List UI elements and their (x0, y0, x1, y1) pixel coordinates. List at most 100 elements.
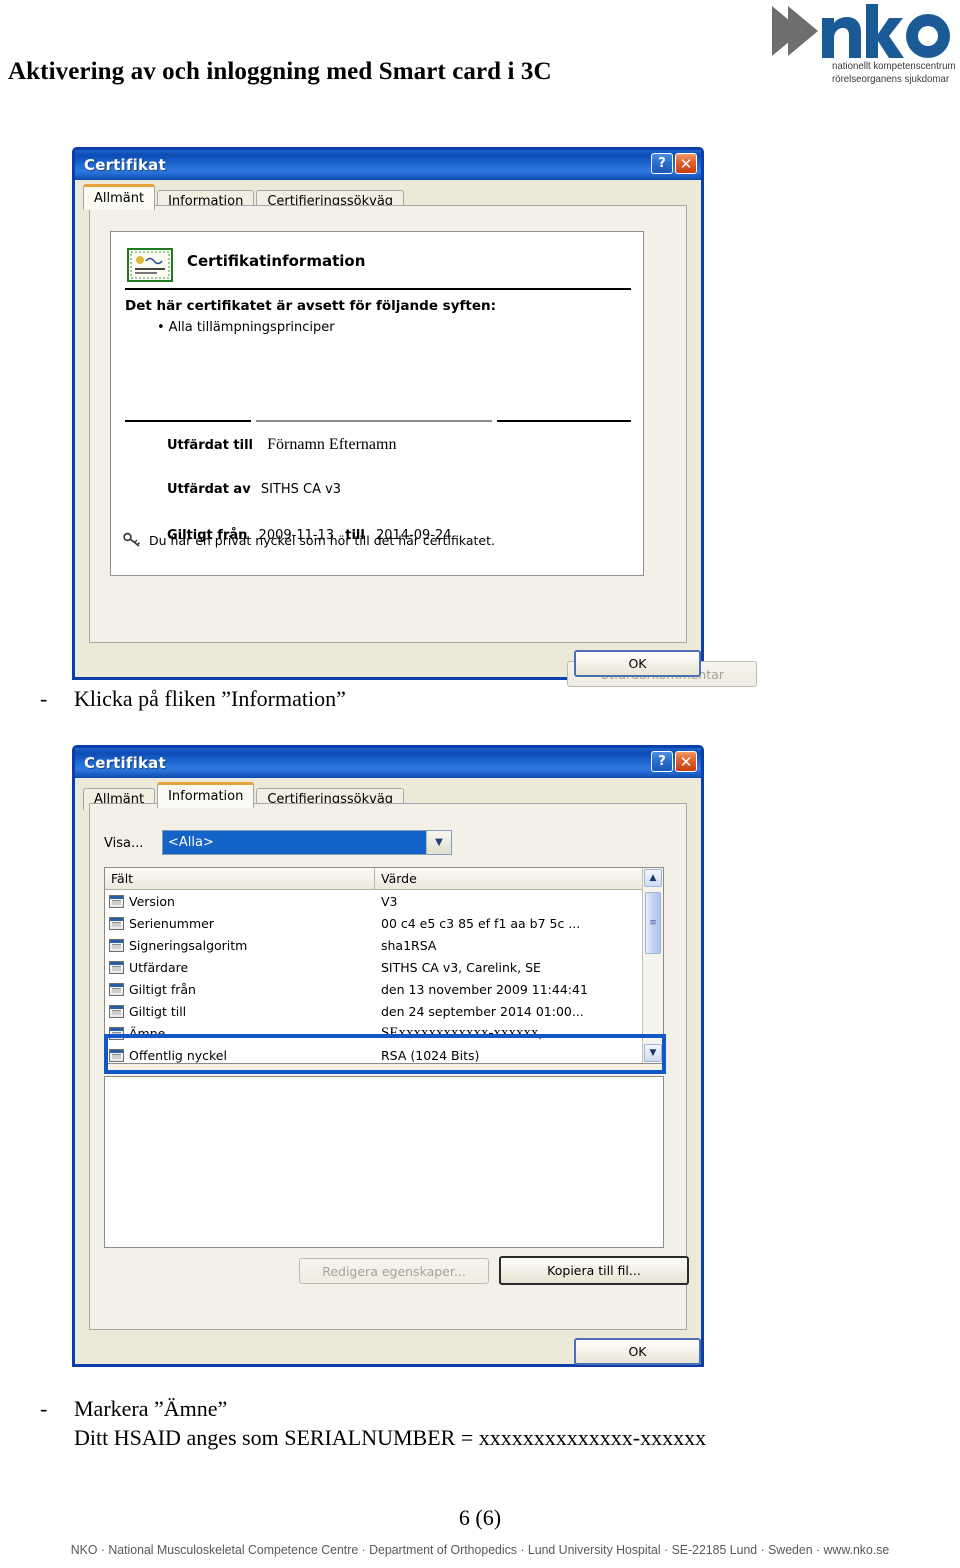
row-field-cell: Version (105, 894, 375, 909)
issued-to-label: Utfärdat till (167, 438, 254, 453)
row-value: V3 (381, 893, 398, 909)
step-3-text: Ditt HSAID anges som SERIALNUMBER = xxxx… (74, 1425, 707, 1450)
row-field-cell: Giltigt från (105, 982, 375, 997)
row-value: den 13 november 2009 11:44:41 (381, 981, 588, 997)
row-field-cell: Signeringsalgoritm (105, 938, 375, 953)
certificate-dialog-details[interactable]: Certifikat ? ✕ Allmänt Information Certi… (72, 745, 704, 1367)
titlebar-buttons-details: ? ✕ (651, 751, 697, 772)
divider-top (125, 288, 631, 290)
certificate-info-heading: Certifikatinformation (187, 252, 366, 270)
page-title: Aktivering av och inloggning med Smart c… (8, 58, 552, 85)
field-icon (109, 1004, 124, 1018)
help-icon[interactable]: ? (651, 153, 673, 174)
key-icon (123, 532, 140, 547)
tab-information-details[interactable]: Information (157, 782, 255, 808)
issued-to-value: Förnamn Efternamn (267, 436, 397, 453)
table-row[interactable]: Signeringsalgoritm sha1RSA (105, 934, 663, 956)
table-row-selected[interactable]: Ämne SExxxxxxxxxxxx-xxxxxx, .. (105, 1022, 663, 1044)
purpose-item: Alla tillämpningsprinciper (157, 320, 335, 335)
titlebar-buttons-general: ? ✕ (651, 153, 697, 174)
row-field-cell: Utfärdare (105, 960, 375, 975)
issued-to-row: Utfärdat till Förnamn Efternamn (167, 436, 396, 454)
nko-logo: nationellt kompetenscentrum rörelseorgan… (770, 4, 956, 96)
field-icon (109, 1048, 124, 1062)
list-scrollbar[interactable]: ▲ ≡ ▼ (642, 868, 663, 1063)
window-title: Certifikat (84, 156, 166, 174)
divider-right (497, 420, 631, 422)
field-icon (109, 1026, 124, 1040)
field-icon (109, 938, 124, 952)
tab-panel-general: Certifikatinformation Det här certifikat… (89, 205, 757, 687)
field-icon (109, 916, 124, 930)
show-filter-select[interactable]: <Alla> ▼ (162, 830, 452, 855)
row-field-label: Version (129, 893, 175, 909)
table-row[interactable]: Offentlig nyckel RSA (1024 Bits) (105, 1044, 663, 1063)
step-1-text: Klicka på fliken ”Information” (74, 686, 346, 711)
row-value: RSA (1024 Bits) (381, 1047, 480, 1063)
divider-left (125, 420, 251, 422)
step-2-dash: - (40, 1396, 48, 1421)
row-field-cell: Offentlig nyckel (105, 1048, 375, 1063)
chevron-down-icon[interactable]: ▼ (426, 831, 451, 854)
table-row[interactable]: Giltigt från den 13 november 2009 11:44:… (105, 978, 663, 1000)
scroll-up-icon[interactable]: ▲ (644, 869, 662, 887)
edit-properties-button[interactable]: Redigera egenskaper... (299, 1258, 489, 1284)
ok-button-general[interactable]: OK (574, 650, 701, 677)
table-row[interactable]: Utfärdare SITHS CA v3, Carelink, SE (105, 956, 663, 978)
show-filter-value: <Alla> (163, 831, 426, 854)
table-row[interactable]: Serienummer 00 c4 e5 c3 85 ef f1 aa b7 5… (105, 912, 663, 934)
table-row[interactable]: Version V3 (105, 890, 663, 912)
table-row[interactable]: Giltigt till den 24 september 2014 01:00… (105, 1000, 663, 1022)
row-field-cell: Serienummer (105, 916, 375, 931)
close-icon-details[interactable]: ✕ (675, 751, 697, 772)
divider-middle (256, 420, 492, 422)
field-icon (109, 982, 124, 996)
footer-text: NKO · National Musculoskeletal Competenc… (70, 1543, 890, 1557)
logo-tagline-line2: rörelseorganens sjukdomar (832, 73, 950, 85)
private-key-note-row: Du har en privat nyckel som hör till det… (123, 532, 495, 548)
certificate-info-panel: Certifikatinformation Det här certifikat… (110, 231, 644, 576)
row-field-cell: Giltigt till (105, 1004, 375, 1019)
column-header-field: Fält (105, 868, 375, 889)
show-filter-label: Visa... (104, 836, 144, 851)
row-field-label: Signeringsalgoritm (129, 937, 248, 953)
window-title-details: Certifikat (84, 754, 166, 772)
step-2-text: Markera ”Ämne” (74, 1396, 228, 1421)
list-header: Fält Värde (105, 868, 663, 890)
purpose-heading: Det här certifikatet är avsett för följa… (125, 298, 496, 314)
row-field-label: Utfärdare (129, 959, 189, 975)
ok-button-details[interactable]: OK (574, 1338, 701, 1365)
field-icon (109, 894, 124, 908)
tab-allmant[interactable]: Allmänt (83, 184, 156, 210)
certificate-dialog-general[interactable]: Certifikat ? ✕ Allmänt Information Certi… (72, 147, 757, 687)
issued-by-value: SITHS CA v3 (260, 482, 342, 497)
issued-by-label: Utfärdat av (167, 482, 251, 497)
close-icon[interactable]: ✕ (675, 153, 697, 174)
certificate-fields-list[interactable]: Fält Värde Version V3 Serienummer 00 c4 … (104, 867, 664, 1064)
column-header-value: Värde (381, 871, 417, 886)
scrollbar-thumb[interactable]: ≡ (645, 892, 661, 954)
private-key-note: Du har en privat nyckel som hör till det… (149, 532, 495, 548)
page-header: Aktivering av och inloggning med Smart c… (0, 0, 960, 120)
row-field-label: Offentlig nyckel (129, 1047, 227, 1063)
copy-to-file-button[interactable]: Kopiera till fil... (499, 1256, 689, 1285)
row-value: SITHS CA v3, Carelink, SE (381, 959, 541, 975)
row-value: 00 c4 e5 c3 85 ef f1 aa b7 5c ... (381, 915, 581, 931)
issued-by-row: Utfärdat av SITHS CA v3 (167, 482, 341, 497)
row-field-label: Ämne (129, 1025, 166, 1041)
scroll-down-icon[interactable]: ▼ (644, 1044, 662, 1062)
page-number: 6 (6) (458, 1505, 502, 1530)
row-field-label: Giltigt till (129, 1003, 187, 1019)
help-icon-details[interactable]: ? (651, 751, 673, 772)
row-value: sha1RSA (381, 937, 437, 953)
step-1-dash: - (40, 686, 48, 711)
row-value: SExxxxxxxxxxxx-xxxxxx, .. (381, 1024, 554, 1041)
row-field-label: Serienummer (129, 915, 214, 931)
nko-wordmark-icon (772, 4, 950, 58)
logo-tagline: nationellt kompetenscentrum rörelseorgan… (832, 60, 956, 86)
tab-panel-details: Visa... <Alla> ▼ Fält Värde Version V3 S… (89, 803, 689, 1330)
titlebar-general: Certifikat ? ✕ (75, 150, 701, 180)
row-field-cell: Ämne (105, 1026, 375, 1041)
certificate-icon (127, 248, 173, 282)
field-icon (109, 960, 124, 974)
